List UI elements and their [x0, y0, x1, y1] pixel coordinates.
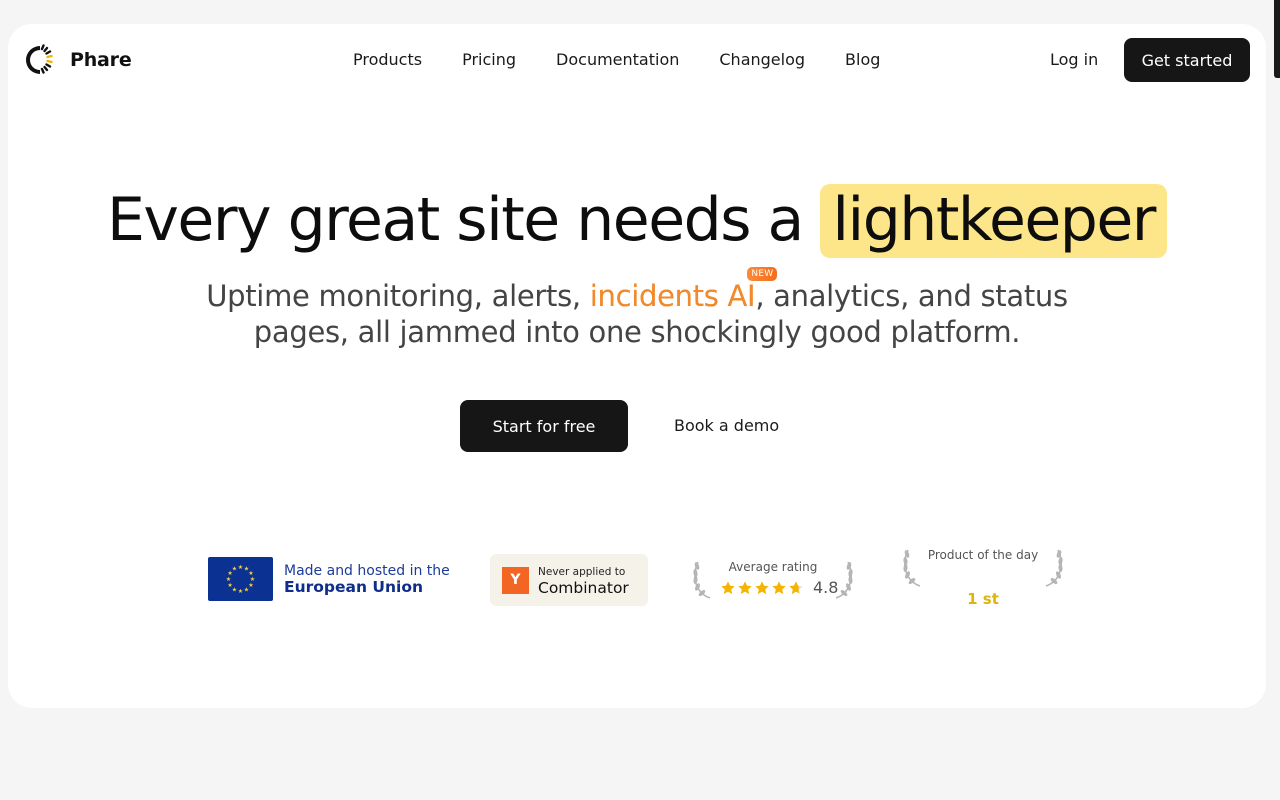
hero-subtitle: Uptime monitoring, alerts, incidents AI N… [8, 267, 1266, 350]
star-icon [772, 580, 786, 594]
y-combinator-icon: Y [502, 566, 529, 594]
incidents-ai-link[interactable]: incidents AI NEW [589, 267, 778, 313]
yc-badge-line-1: Never applied to [538, 566, 626, 578]
hero-title: Every great site needs a lightkeeper [8, 184, 1266, 258]
nav-item-products[interactable]: Products [353, 50, 422, 70]
star-icon [721, 580, 735, 594]
product-of-the-day-badge[interactable]: Product of the day 1 st [902, 546, 1064, 610]
yc-badge-line-2: Combinator [538, 579, 629, 597]
subtitle-part-1: Uptime monitoring, alerts, [206, 279, 581, 313]
get-started-button[interactable]: Get started [1124, 38, 1250, 82]
eu-badge-text: Made and hosted in the European Union [284, 563, 450, 595]
lighthouse-beam-icon [26, 44, 53, 74]
svg-text:★: ★ [232, 566, 237, 573]
book-demo-button[interactable]: Book a demo [674, 416, 779, 436]
nav-item-pricing[interactable]: Pricing [462, 50, 516, 70]
rating-stars: 4.8 [720, 578, 838, 597]
rating-value: 4.8 [813, 578, 839, 597]
svg-text:★: ★ [238, 588, 243, 595]
eu-badge-line-2: European Union [284, 578, 424, 596]
star-icon [755, 580, 769, 594]
nav-item-changelog[interactable]: Changelog [719, 50, 805, 70]
hero-subtitle-line-2: pages, all jammed into one shockingly go… [253, 315, 1021, 349]
incidents-ai-label: incidents AI [589, 279, 756, 313]
eu-hosted-badge[interactable]: ★ ★ ★ ★ ★ ★ ★ ★ ★ ★ ★ ★ Made and hosted … [208, 557, 450, 601]
hero-subtitle-line-1: Uptime monitoring, alerts, incidents AI N… [8, 267, 1266, 314]
yc-badge-text: Never applied to Combinator [538, 565, 629, 597]
svg-text:★: ★ [244, 586, 249, 593]
average-rating-badge[interactable]: Average rating 4.8 [692, 558, 854, 600]
product-of-the-day-rank: 1 st [967, 590, 999, 608]
new-badge: NEW [747, 267, 778, 281]
svg-text:★: ★ [227, 582, 232, 589]
eu-flag-icon: ★ ★ ★ ★ ★ ★ ★ ★ ★ ★ ★ ★ [208, 557, 273, 601]
star-half-icon [789, 580, 803, 594]
hero-title-prefix: Every great site needs a [107, 185, 804, 255]
rating-label: Average rating [728, 560, 818, 574]
hero-card: Phare Products Pricing Documentation Cha… [8, 24, 1266, 708]
svg-text:★: ★ [238, 564, 243, 571]
start-for-free-button[interactable]: Start for free [460, 400, 628, 452]
svg-text:★: ★ [226, 576, 231, 583]
logo-text: Phare [70, 49, 132, 71]
nav-item-blog[interactable]: Blog [845, 50, 880, 70]
subtitle-part-2: , analytics, and status [755, 279, 1068, 313]
logo[interactable]: Phare [24, 44, 132, 76]
yc-badge[interactable]: Y Never applied to Combinator [490, 554, 648, 606]
product-of-the-day-label: Product of the day [927, 548, 1039, 562]
eu-badge-line-1: Made and hosted in the [284, 563, 450, 579]
scrollbar-thumb[interactable] [1274, 0, 1280, 78]
login-link[interactable]: Log in [1050, 50, 1098, 70]
main-nav: Products Pricing Documentation Changelog… [353, 50, 920, 70]
hero-title-highlight: lightkeeper [820, 184, 1167, 258]
star-icon [738, 580, 752, 594]
nav-item-documentation[interactable]: Documentation [556, 50, 679, 70]
